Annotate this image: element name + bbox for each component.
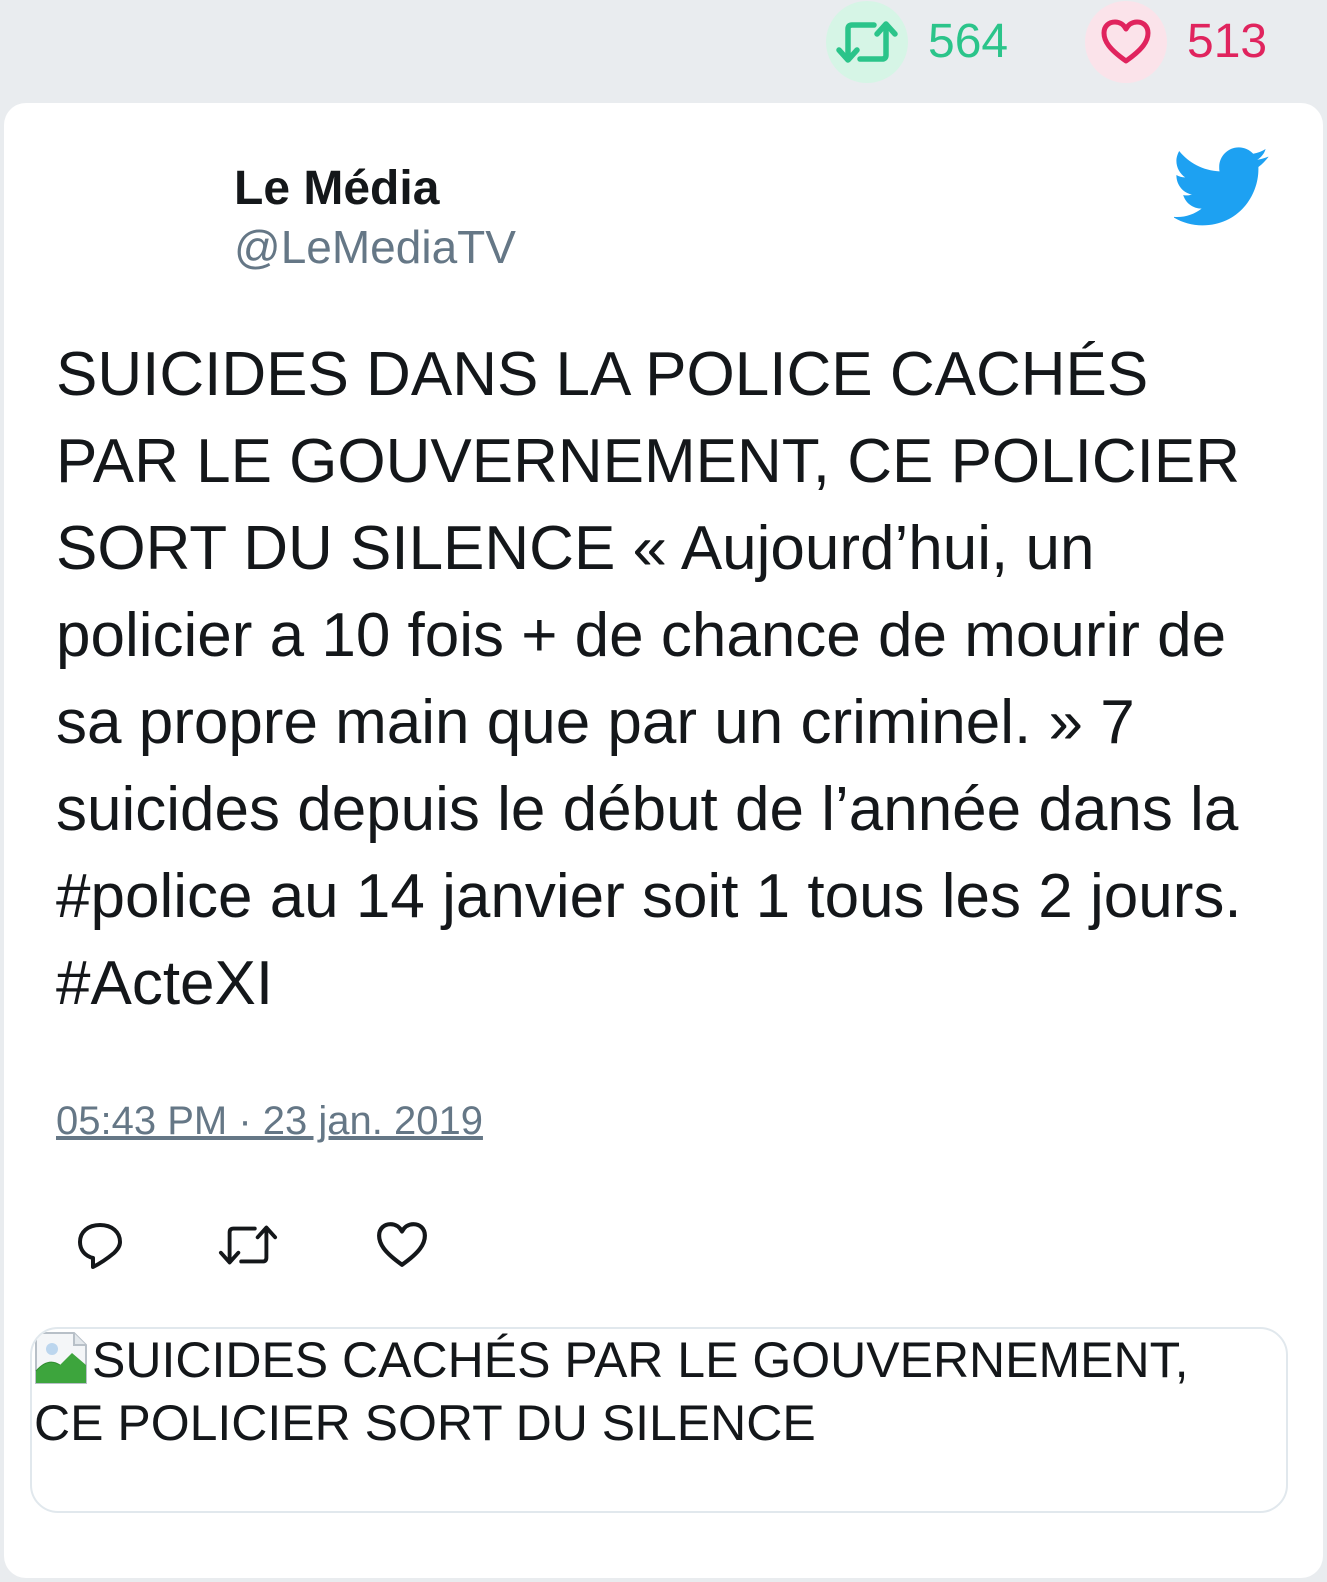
twitter-bird-icon[interactable] <box>1172 147 1270 227</box>
retweet-button[interactable] <box>218 1215 278 1275</box>
broken-image-icon <box>34 1331 88 1385</box>
retweet-icon[interactable] <box>826 1 908 83</box>
tweet-timestamp[interactable]: 05:43 PM · 23 jan. 2019 <box>56 1097 483 1145</box>
author-name[interactable]: Le Média <box>234 161 439 216</box>
retweet-action-icon <box>218 1225 278 1265</box>
retweet-stat[interactable]: 564 <box>826 0 1008 84</box>
author-handle[interactable]: @LeMediaTV <box>234 221 516 274</box>
like-stat[interactable]: 513 <box>1085 0 1267 84</box>
link-preview-title: SUICIDES CACHÉS PAR LE GOUVERNEMENT, CE … <box>34 1332 1189 1451</box>
reply-icon <box>78 1223 122 1269</box>
like-count: 513 <box>1187 15 1268 68</box>
heart-action-icon <box>377 1222 427 1267</box>
engagement-bar: 564 513 <box>0 0 1327 100</box>
retweet-count: 564 <box>928 15 1009 68</box>
link-preview-card[interactable]: SUICIDES CACHÉS PAR LE GOUVERNEMENT, CE … <box>30 1327 1288 1513</box>
reply-button[interactable] <box>70 1215 130 1275</box>
link-preview-title-wrap: SUICIDES CACHÉS PAR LE GOUVERNEMENT, CE … <box>34 1329 1234 1455</box>
tweet-text: SUICIDES DANS LA POLICE CACHÉS PAR LE GO… <box>56 340 1242 1018</box>
heart-icon[interactable] <box>1085 1 1167 83</box>
tweet-card: Le Média @LeMediaTV SUICIDES DANS LA POL… <box>4 103 1323 1578</box>
like-button[interactable] <box>372 1215 432 1275</box>
